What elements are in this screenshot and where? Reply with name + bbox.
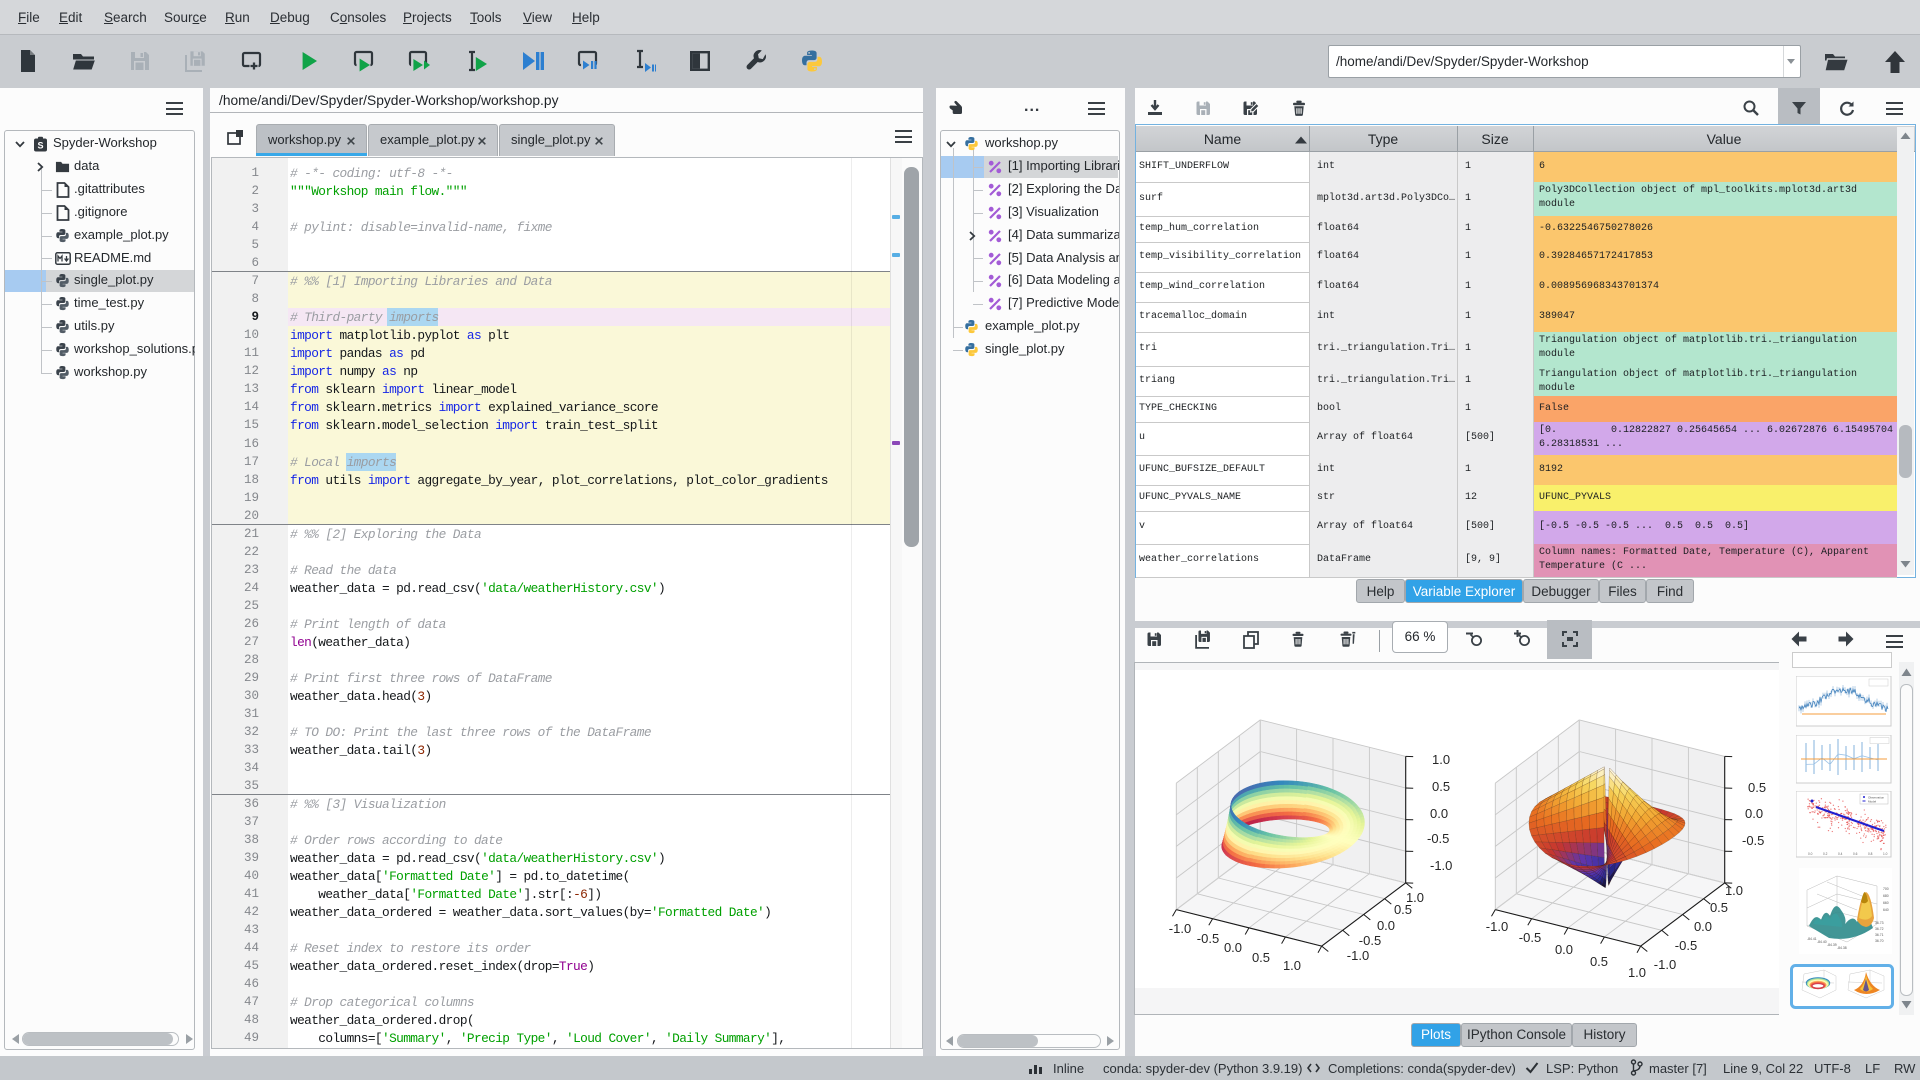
svg-text:1.0: 1.0 (1725, 883, 1743, 898)
svg-text:-0.5: -0.5 (1197, 931, 1219, 946)
svg-text:-0.5: -0.5 (1675, 938, 1697, 953)
svg-text:0.0: 0.0 (1430, 806, 1448, 821)
svg-text:36.70: 36.70 (1875, 939, 1884, 943)
svg-text:-84.38: -84.38 (1837, 946, 1847, 950)
svg-text:0.0: 0.0 (1745, 806, 1763, 821)
svg-text:1.0: 1.0 (1628, 965, 1646, 980)
svg-text:0.0: 0.0 (1377, 918, 1395, 933)
svg-text:0.5: 0.5 (1748, 780, 1766, 795)
svg-text:0.5: 0.5 (1710, 900, 1728, 915)
svg-text:S: S (37, 141, 43, 151)
svg-text:-0.5: -0.5 (1427, 831, 1449, 846)
svg-text:0.5: 0.5 (1590, 954, 1608, 969)
svg-text:0.4: 0.4 (1838, 852, 1843, 856)
svg-text:Model: Model (1868, 800, 1877, 804)
svg-text:640: 640 (1883, 908, 1889, 912)
svg-text:0.5: 0.5 (1394, 902, 1412, 917)
svg-text:0.6: 0.6 (1853, 852, 1858, 856)
svg-text:1.0: 1.0 (1283, 958, 1301, 973)
svg-text:-1.0: -1.0 (1430, 858, 1452, 873)
svg-text:0.0: 0.0 (1808, 852, 1813, 856)
svg-text:0.0: 0.0 (1694, 919, 1712, 934)
svg-text:0.0: 0.0 (1224, 940, 1242, 955)
svg-text:700: 700 (1883, 887, 1889, 891)
svg-text:0.5: 0.5 (1432, 779, 1450, 794)
svg-text:-1.0: -1.0 (1654, 957, 1676, 972)
svg-text:-0.5: -0.5 (1519, 930, 1541, 945)
svg-text:660: 660 (1883, 901, 1889, 905)
svg-text:1.0: 1.0 (1432, 752, 1450, 767)
svg-text:-84.40: -84.40 (1817, 940, 1827, 944)
svg-text:0.5: 0.5 (1252, 950, 1270, 965)
svg-text:0.2: 0.2 (1823, 852, 1828, 856)
svg-text:-84.41: -84.41 (1807, 937, 1817, 941)
svg-text:-84.39: -84.39 (1827, 943, 1837, 947)
svg-text:36.71: 36.71 (1875, 933, 1884, 937)
svg-text:680: 680 (1883, 894, 1889, 898)
svg-text:0.8: 0.8 (1868, 852, 1873, 856)
svg-text:36.72: 36.72 (1875, 927, 1884, 931)
svg-text:1.0: 1.0 (1883, 852, 1888, 856)
svg-text:-0.5: -0.5 (1359, 933, 1381, 948)
svg-text:-1.0: -1.0 (1347, 948, 1369, 963)
svg-text:-0.5: -0.5 (1742, 833, 1764, 848)
svg-text:0.0: 0.0 (1555, 942, 1573, 957)
svg-text:-1.0: -1.0 (1169, 921, 1191, 936)
svg-text:36.73: 36.73 (1875, 921, 1884, 925)
svg-text:-1.0: -1.0 (1486, 919, 1508, 934)
